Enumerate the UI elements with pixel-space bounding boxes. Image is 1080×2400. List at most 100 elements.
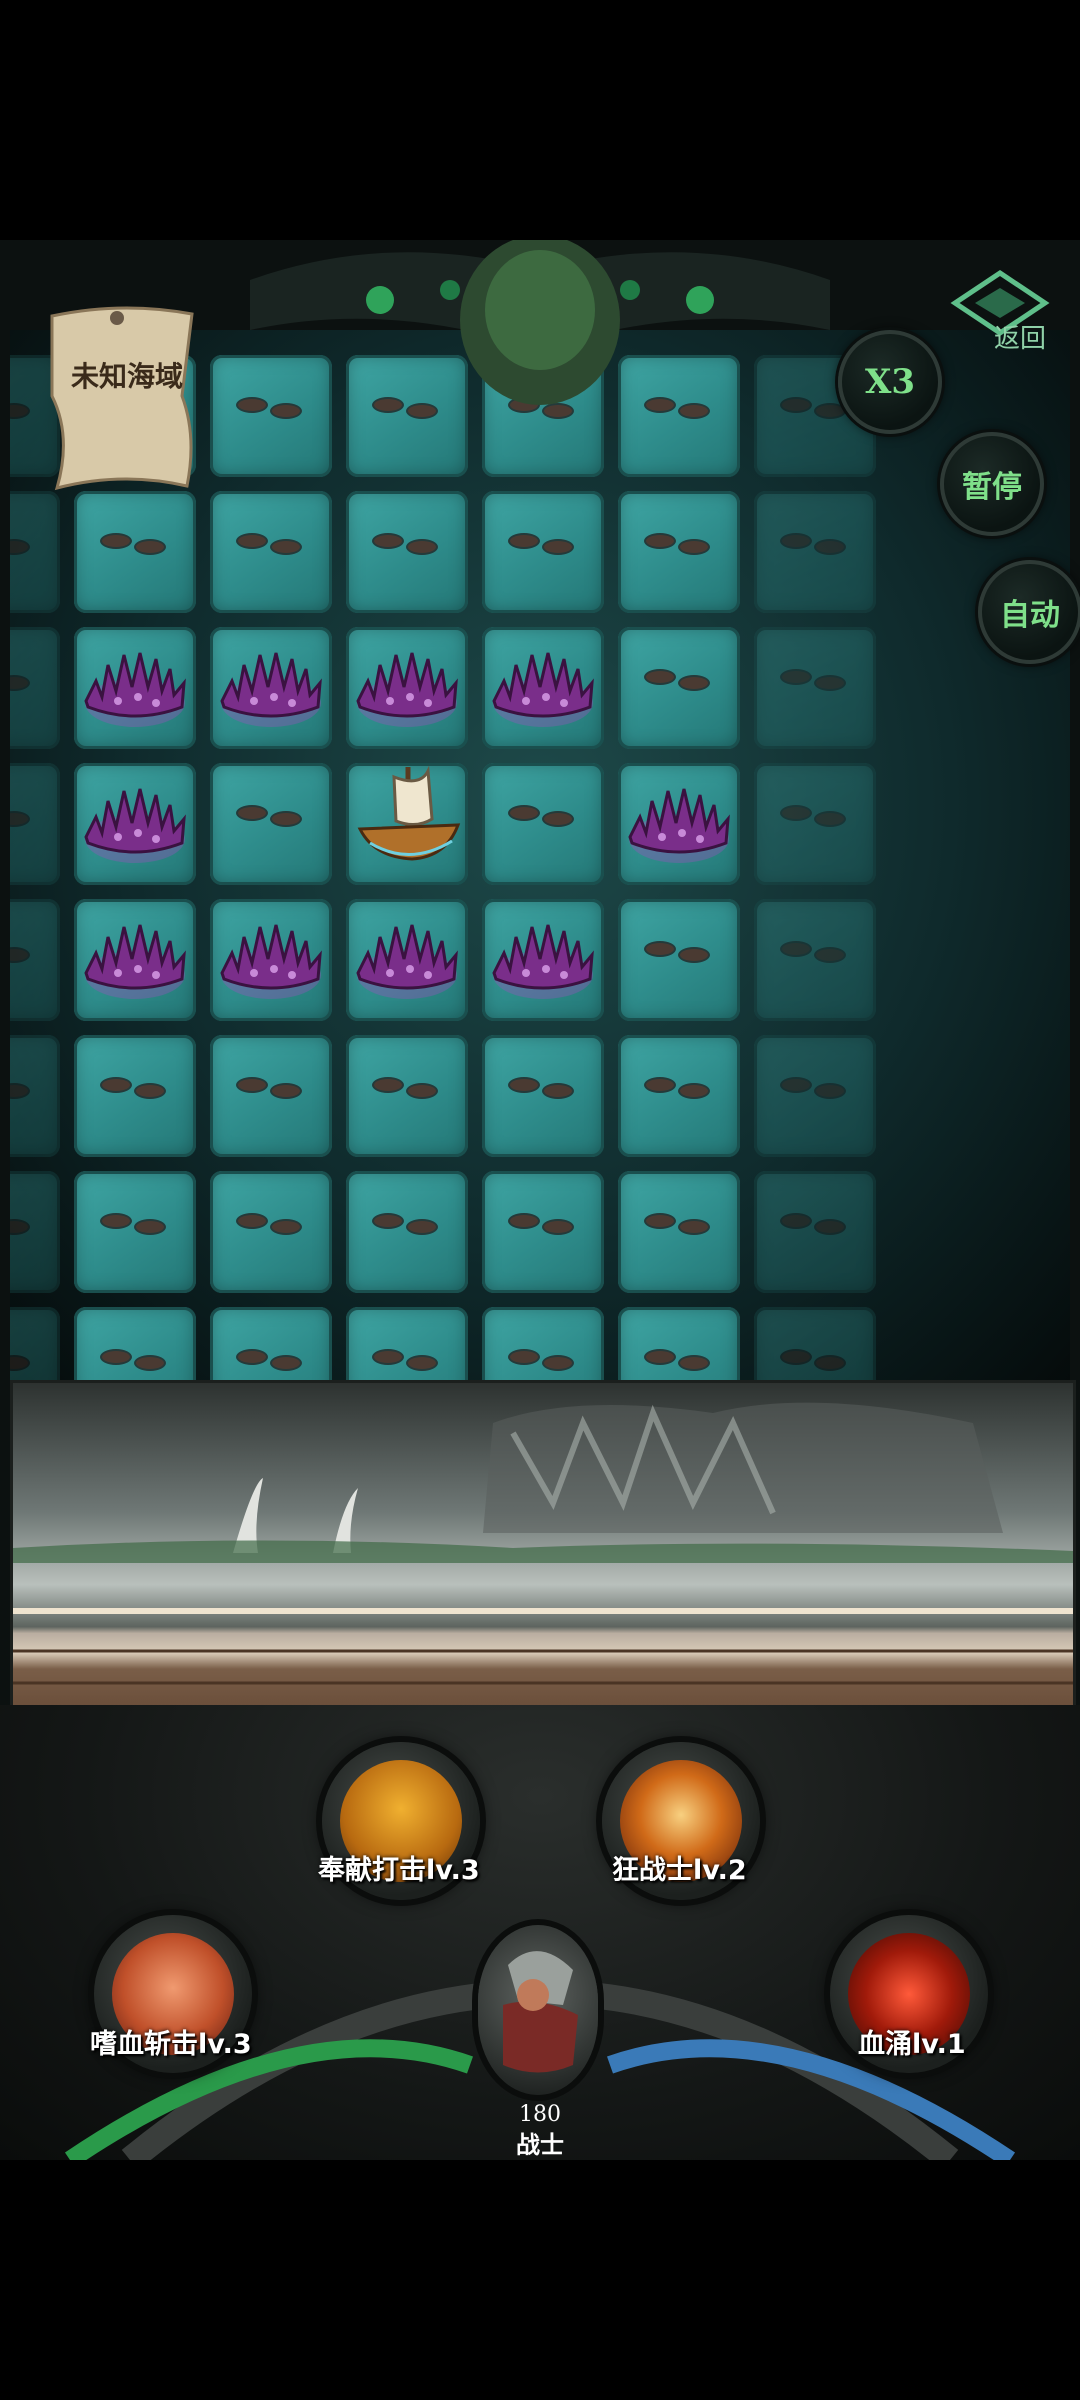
sea-tile[interactable] [210, 763, 332, 885]
pebble-icon [644, 533, 676, 549]
sea-tile[interactable] [618, 899, 740, 1021]
sea-urchin-icon [84, 924, 186, 999]
warrior-icon [503, 1951, 578, 2073]
pebble-icon [678, 539, 710, 555]
pebble-icon [508, 805, 540, 821]
sea-tile[interactable] [482, 1171, 604, 1293]
sea-tile[interactable] [482, 1035, 604, 1157]
sea-tile[interactable] [10, 491, 60, 613]
sea-tile[interactable] [210, 1171, 332, 1293]
sea-tile[interactable] [754, 491, 876, 613]
pebble-icon [100, 1213, 132, 1229]
sea-urchin-icon [84, 652, 186, 727]
skill-label: 狂战士lv.2 [612, 1855, 747, 1886]
pebble-icon [270, 1219, 302, 1235]
sea-tile[interactable] [618, 1307, 740, 1380]
sea-tile[interactable] [74, 763, 196, 885]
pebble-icon [508, 1077, 540, 1093]
pebble-icon [10, 811, 30, 827]
pebble-icon [372, 533, 404, 549]
sea-tile[interactable] [754, 763, 876, 885]
sea-tile[interactable] [74, 899, 196, 1021]
sea-tile[interactable] [618, 627, 740, 749]
skill-label: 嗜血斩击lv.3 [90, 2029, 252, 2060]
pebble-icon [542, 1219, 574, 1235]
back-button[interactable]: 返回 [994, 318, 1046, 355]
sea-tile[interactable] [482, 899, 604, 1021]
sea-tile[interactable] [10, 899, 60, 1021]
pebble-icon [236, 533, 268, 549]
hero-class: 战士 [516, 2131, 564, 2159]
pebble-icon [134, 1083, 166, 1099]
sea-tile[interactable] [10, 1307, 60, 1380]
pebble-icon [508, 1213, 540, 1229]
pebble-icon [780, 805, 812, 821]
skull-ornament-icon [250, 240, 830, 405]
skill-label: 奉献打击lv.3 [318, 1855, 480, 1886]
pebble-icon [780, 533, 812, 549]
pebble-icon [236, 1213, 268, 1229]
pebble-icon [780, 1349, 812, 1365]
pebble-icon [100, 533, 132, 549]
map-scroll-icon [50, 306, 194, 491]
sea-tile[interactable] [754, 627, 876, 749]
sea-tile[interactable] [10, 763, 60, 885]
pebble-icon [10, 1355, 30, 1371]
auto-button[interactable]: 自动 [978, 560, 1080, 664]
sea-tile[interactable] [210, 1035, 332, 1157]
sea-tile[interactable] [754, 1307, 876, 1380]
sea-tile[interactable] [482, 1307, 604, 1380]
sea-tile[interactable] [482, 763, 604, 885]
sea-tile[interactable] [10, 1171, 60, 1293]
sea-tile[interactable] [74, 1035, 196, 1157]
sea-tile[interactable] [346, 1307, 468, 1380]
pebble-icon [236, 1349, 268, 1365]
sea-tile[interactable] [74, 1307, 196, 1380]
pebble-icon [372, 1349, 404, 1365]
sea-tile[interactable] [482, 491, 604, 613]
sea-tile[interactable] [10, 1035, 60, 1157]
sea-tile[interactable] [618, 1035, 740, 1157]
sea-tile[interactable] [346, 627, 468, 749]
sea-tile[interactable] [210, 899, 332, 1021]
pebble-icon [100, 1349, 132, 1365]
pause-button[interactable]: 暂停 [940, 432, 1044, 536]
sea-tile[interactable] [210, 491, 332, 613]
sea-urchin-icon [492, 652, 594, 727]
sea-tile[interactable] [346, 1035, 468, 1157]
sea-tile[interactable] [482, 627, 604, 749]
pebble-icon [270, 1083, 302, 1099]
sea-tile[interactable] [754, 1171, 876, 1293]
pebble-icon [10, 403, 30, 419]
speed-button[interactable]: X3 [838, 330, 942, 434]
sea-urchin-icon [220, 652, 322, 727]
sea-urchin-icon [84, 788, 186, 863]
sea-tile[interactable] [346, 491, 468, 613]
sea-tile[interactable] [346, 763, 468, 885]
sea-tile[interactable] [210, 627, 332, 749]
sea-tile[interactable] [74, 627, 196, 749]
pebble-icon [406, 539, 438, 555]
sea-tile[interactable] [618, 491, 740, 613]
sea-tile[interactable] [74, 1171, 196, 1293]
pebble-icon [678, 1219, 710, 1235]
pebble-icon [134, 539, 166, 555]
sea-tile[interactable] [346, 1171, 468, 1293]
ship-icon [357, 765, 461, 861]
pebble-icon [270, 811, 302, 827]
pebble-icon [134, 1355, 166, 1371]
sea-tile[interactable] [754, 1035, 876, 1157]
pebble-icon [814, 539, 846, 555]
sea-tile[interactable] [618, 1171, 740, 1293]
pebble-icon [372, 1213, 404, 1229]
pebble-icon [644, 941, 676, 957]
sea-tile[interactable] [346, 899, 468, 1021]
sea-urchin-icon [492, 924, 594, 999]
hero-portrait[interactable] [478, 1925, 598, 2095]
pebble-icon [236, 805, 268, 821]
sea-tile[interactable] [210, 1307, 332, 1380]
sea-tile[interactable] [618, 763, 740, 885]
sea-tile[interactable] [754, 899, 876, 1021]
sea-tile[interactable] [74, 491, 196, 613]
sea-tile[interactable] [10, 627, 60, 749]
